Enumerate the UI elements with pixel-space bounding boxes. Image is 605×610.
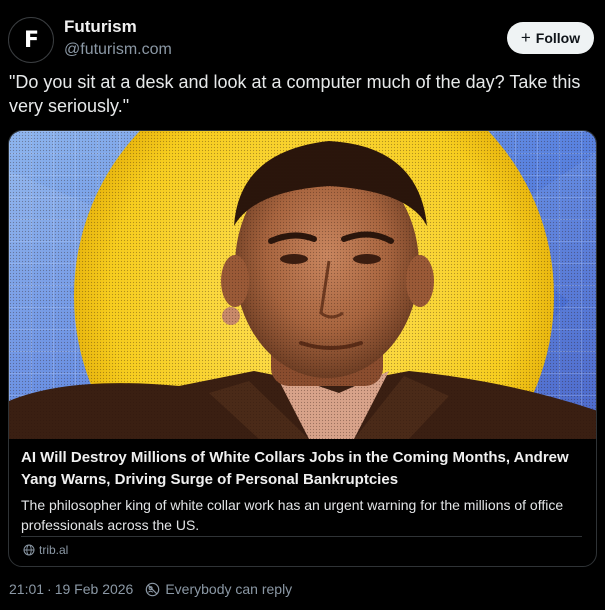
plus-icon: + bbox=[520, 28, 531, 47]
author-display-name[interactable]: Futurism bbox=[64, 16, 172, 38]
follow-button[interactable]: + Follow bbox=[507, 22, 594, 54]
globe-icon bbox=[23, 544, 35, 556]
meta-separator: · bbox=[47, 581, 52, 597]
post-meta: 21:01 · 19 Feb 2026 Everybody can reply bbox=[9, 581, 292, 597]
link-card[interactable]: AI Will Destroy Millions of White Collar… bbox=[8, 130, 597, 567]
card-source-domain: trib.al bbox=[39, 543, 69, 557]
post-date[interactable]: 19 Feb 2026 bbox=[55, 581, 134, 597]
post-text: "Do you sit at a desk and look at a comp… bbox=[9, 72, 581, 116]
card-title[interactable]: AI Will Destroy Millions of White Collar… bbox=[21, 447, 582, 491]
author-names: Futurism @futurism.com bbox=[64, 16, 172, 61]
reply-setting-label: Everybody can reply bbox=[165, 581, 293, 597]
article-photo[interactable] bbox=[9, 131, 597, 439]
author-avatar[interactable]: F bbox=[8, 17, 54, 63]
card-source[interactable]: trib.al bbox=[23, 543, 68, 557]
reply-setting[interactable]: Everybody can reply bbox=[145, 581, 292, 597]
post-header: F Futurism @futurism.com + Follow bbox=[8, 14, 597, 64]
card-description: The philosopher king of white collar wor… bbox=[21, 497, 564, 533]
reply-restriction-icon bbox=[146, 582, 160, 596]
card-text-block: AI Will Destroy Millions of White Collar… bbox=[21, 447, 582, 535]
author-handle[interactable]: @futurism.com bbox=[64, 39, 172, 61]
post-time[interactable]: 21:01 bbox=[9, 581, 44, 597]
avatar-letter: F bbox=[23, 27, 39, 53]
follow-label: Follow bbox=[535, 30, 581, 46]
card-divider bbox=[21, 536, 582, 537]
